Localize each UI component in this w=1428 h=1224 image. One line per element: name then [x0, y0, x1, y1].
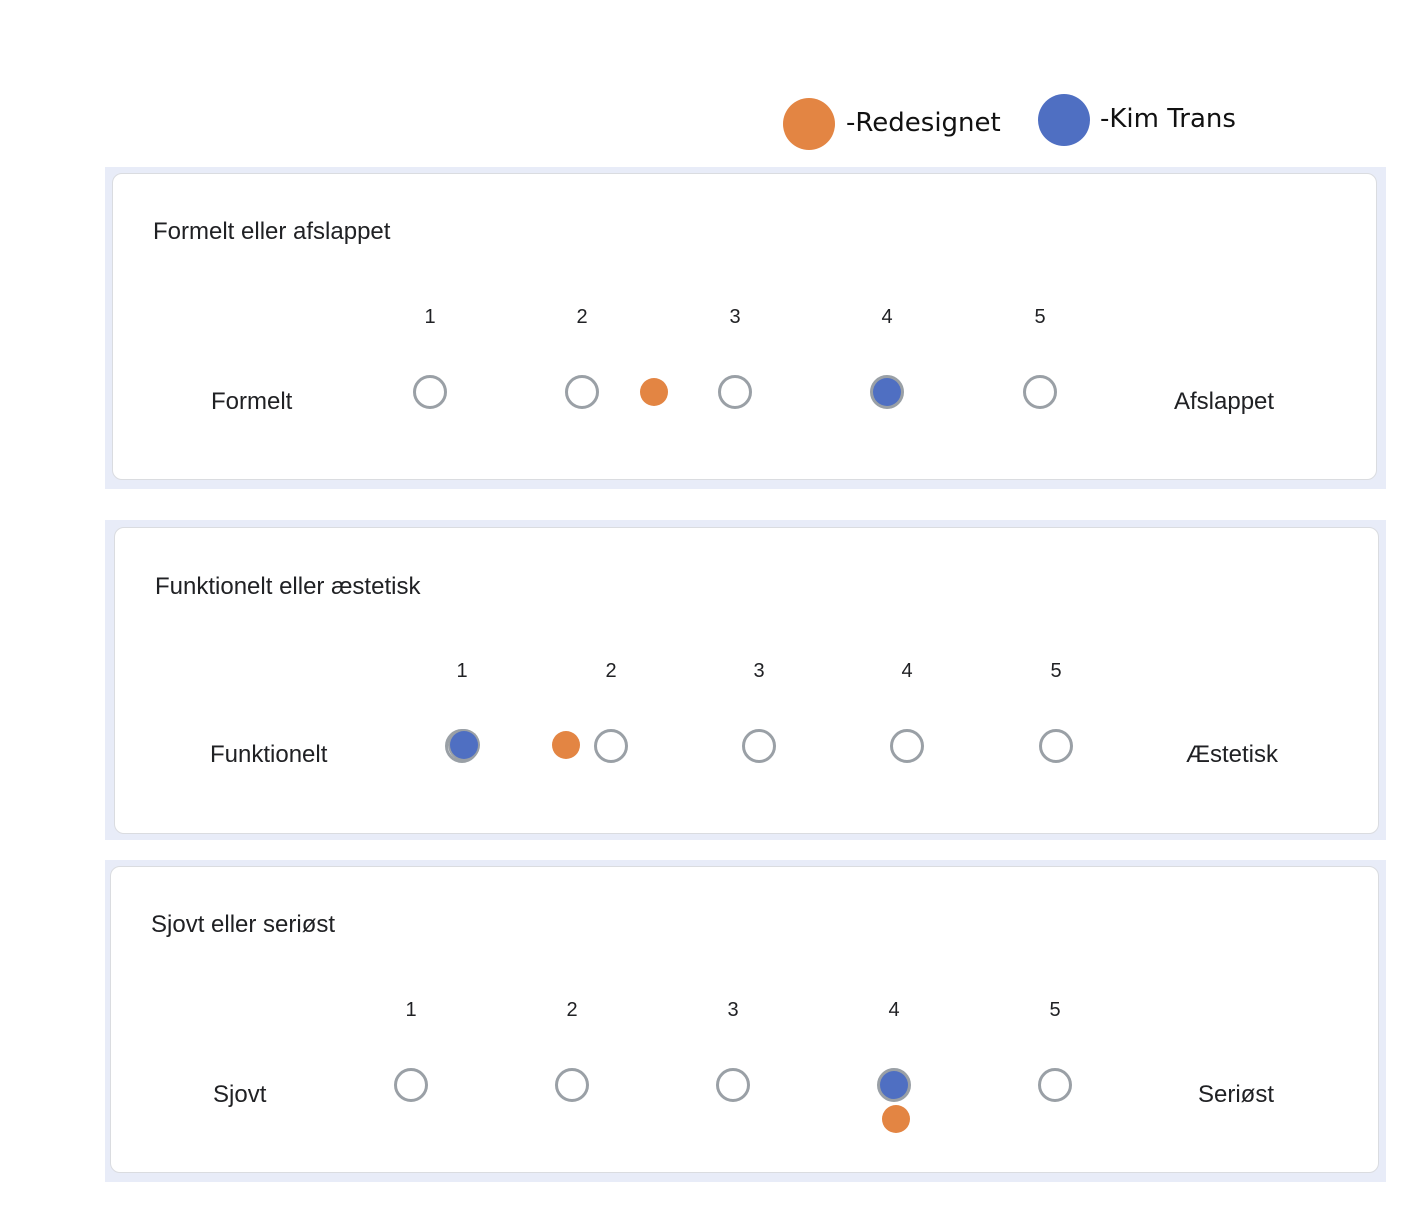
scale-number-2: 2 [576, 306, 588, 328]
scale-number-4: 4 [901, 660, 913, 682]
scale-left-label: Funktionelt [210, 741, 328, 768]
question-title: Formelt eller afslappet [153, 218, 391, 245]
legend-redesignet-dot-icon [783, 98, 835, 150]
scale-number-2: 2 [566, 999, 578, 1021]
scale-number-1: 1 [424, 306, 436, 328]
question-card-frame-formelt: Formelt eller afslappet 1 2 3 4 5 Formel… [105, 167, 1386, 489]
redesignet-marker [640, 378, 668, 406]
scale-number-5: 5 [1049, 999, 1061, 1021]
scale-number-3: 3 [753, 660, 765, 682]
legend-kim-trans-label: -Kim Trans [1100, 104, 1236, 134]
legend-redesignet-label: -Redesignet [846, 108, 1001, 138]
scale-left-label: Formelt [211, 388, 293, 415]
scale-right-label: Afslappet [1174, 388, 1275, 415]
radio-option-3[interactable] [716, 1068, 750, 1102]
question-card-frame-sjovt: Sjovt eller seriøst 1 2 3 4 5 Sjovt Seri… [105, 860, 1386, 1182]
scale-number-5: 5 [1034, 306, 1046, 328]
radio-option-5[interactable] [1038, 1068, 1072, 1102]
scale-number-3: 3 [729, 306, 741, 328]
question-card-sjovt: Sjovt eller seriøst 1 2 3 4 5 Sjovt Seri… [110, 866, 1379, 1173]
kim-trans-marker [880, 1071, 908, 1099]
radio-option-2[interactable] [594, 729, 628, 763]
scale-number-1: 1 [405, 999, 417, 1021]
radio-option-1[interactable] [413, 375, 447, 409]
scale-left-label: Sjovt [213, 1081, 267, 1108]
kim-trans-marker [450, 731, 478, 759]
radio-option-3[interactable] [718, 375, 752, 409]
scale-number-3: 3 [727, 999, 739, 1021]
redesignet-marker [552, 731, 580, 759]
question-card-formelt: Formelt eller afslappet 1 2 3 4 5 Formel… [112, 173, 1377, 480]
kim-trans-marker [873, 378, 901, 406]
scale-number-5: 5 [1050, 660, 1062, 682]
radio-option-2[interactable] [555, 1068, 589, 1102]
radio-option-3[interactable] [742, 729, 776, 763]
scale-number-1: 1 [456, 660, 468, 682]
legend: -Redesignet -Kim Trans [780, 92, 1280, 152]
scale-number-2: 2 [605, 660, 617, 682]
scale-number-4: 4 [881, 306, 893, 328]
scale-right-label: Seriøst [1198, 1081, 1275, 1108]
question-title: Funktionelt eller æstetisk [155, 573, 421, 600]
question-card-frame-funktionelt: Funktionelt eller æstetisk 1 2 3 4 5 Fun… [105, 520, 1386, 840]
radio-option-4[interactable] [890, 729, 924, 763]
question-card-funktionelt: Funktionelt eller æstetisk 1 2 3 4 5 Fun… [114, 527, 1379, 834]
radio-option-1[interactable] [394, 1068, 428, 1102]
radio-option-5[interactable] [1023, 375, 1057, 409]
radio-option-2[interactable] [565, 375, 599, 409]
question-title: Sjovt eller seriøst [151, 911, 336, 938]
redesignet-marker [882, 1105, 910, 1133]
scale-number-4: 4 [888, 999, 900, 1021]
legend-kim-trans-dot-icon [1038, 94, 1090, 146]
radio-option-5[interactable] [1039, 729, 1073, 763]
scale-right-label: Æstetisk [1186, 741, 1279, 768]
